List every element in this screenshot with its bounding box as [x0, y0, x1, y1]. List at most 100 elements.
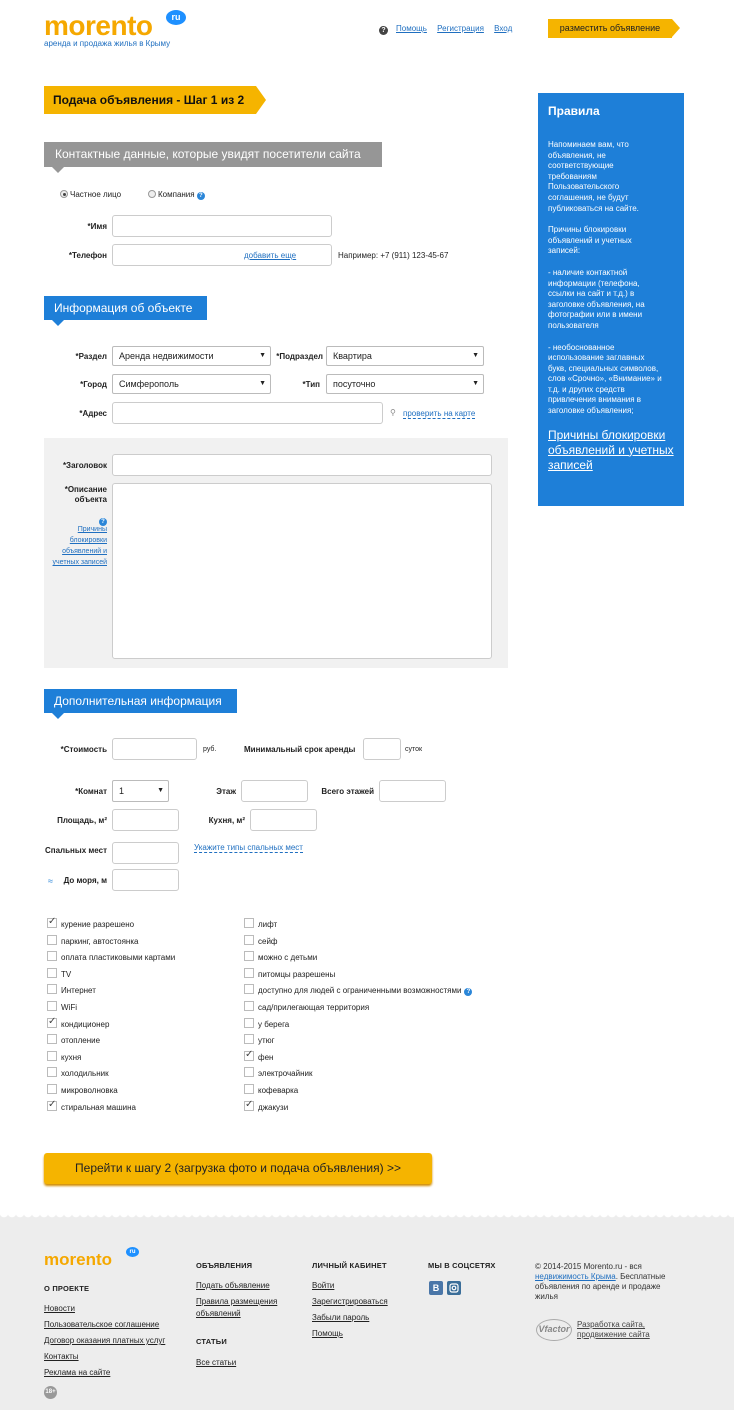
footer-social-title: МЫ В СОЦСЕТЯХ — [428, 1261, 496, 1270]
description-textarea[interactable] — [112, 483, 492, 659]
object-section-title: Информация об объекте — [44, 296, 207, 320]
help-link[interactable]: ? Помощь — [379, 24, 427, 35]
rooms-select[interactable]: 1 ▼ — [112, 780, 169, 802]
subsection-select[interactable]: Квартира ▼ — [326, 346, 484, 366]
amenity-checkbox[interactable] — [47, 1050, 57, 1061]
amenity-label: Интернет — [61, 986, 96, 996]
block-reasons-link-label[interactable]: Причины блокировки объявлений и учетных … — [53, 526, 107, 566]
amenity-checkbox[interactable] — [47, 984, 57, 995]
login-link[interactable]: Вход — [494, 24, 512, 33]
private-radio[interactable] — [60, 190, 68, 198]
amenity-checkbox[interactable] — [244, 1017, 254, 1028]
rules-block-reasons-link[interactable]: Причины блокировки объявлений и учетных … — [548, 428, 674, 473]
instagram-icon[interactable] — [447, 1281, 461, 1295]
footer-link[interactable]: Подать объявление — [196, 1281, 270, 1290]
sleeping-types-link-label[interactable]: Укажите типы спальных мест — [194, 843, 303, 853]
footer-link[interactable]: Забыли пароль — [312, 1313, 369, 1322]
vfactor-logo[interactable]: Vfactor — [536, 1319, 572, 1341]
rules-panel: Правила Напоминаем вам, что объявления, … — [538, 93, 684, 506]
register-link-label[interactable]: Регистрация — [437, 24, 484, 33]
login-link-label[interactable]: Вход — [494, 24, 512, 33]
footer-link[interactable]: Новости — [44, 1304, 75, 1313]
section-select-value: Аренда недвижимости — [119, 351, 214, 361]
amenity-checkbox[interactable] — [47, 951, 57, 962]
kitchen-input[interactable] — [250, 809, 317, 831]
footer-link[interactable]: Все статьи — [196, 1358, 236, 1367]
dev-link[interactable]: Разработка сайта, — [577, 1320, 645, 1329]
amenity-checkbox[interactable] — [244, 1084, 254, 1094]
floor-input[interactable] — [241, 780, 308, 802]
help-icon[interactable]: ? — [196, 192, 205, 200]
amenity-checkbox[interactable] — [47, 967, 57, 978]
total-floors-input[interactable] — [379, 780, 446, 802]
age-badge: 18+ — [44, 1386, 57, 1399]
sleeping-input[interactable] — [112, 842, 179, 864]
phone-input[interactable] — [112, 244, 332, 266]
footer-link[interactable]: Реклама на сайте — [44, 1368, 110, 1377]
amenity-label: микроволновка — [61, 1086, 118, 1095]
section-select[interactable]: Аренда недвижимости ▼ — [112, 346, 271, 366]
add-phone-link-label[interactable]: добавить еще — [244, 251, 296, 260]
area-input[interactable] — [112, 809, 179, 831]
vk-icon[interactable]: В — [429, 1281, 443, 1295]
type-select[interactable]: посуточно ▼ — [326, 374, 484, 394]
amenity-checkbox[interactable] — [47, 1099, 57, 1111]
add-phone-link[interactable]: добавить еще — [244, 251, 296, 260]
amenity-checkbox[interactable] — [244, 951, 254, 962]
footer-link[interactable]: Войти — [312, 1281, 334, 1290]
city-select[interactable]: Симферополь ▼ — [112, 374, 271, 394]
check-map-link[interactable]: проверить на карте — [403, 409, 476, 419]
min-term-input[interactable] — [363, 738, 401, 760]
amenity-checkbox[interactable] — [244, 1099, 254, 1111]
amenity-checkbox[interactable] — [47, 1001, 57, 1011]
help-link-label[interactable]: Помощь — [396, 24, 427, 33]
amenity-label: кофеварка — [258, 1086, 299, 1095]
sea-distance-input[interactable] — [112, 869, 179, 891]
amenity-checkbox[interactable] — [47, 916, 57, 928]
footer-logo[interactable]: morento ru — [44, 1247, 139, 1270]
amenity-checkbox[interactable] — [244, 1001, 254, 1011]
price-input[interactable] — [112, 738, 197, 760]
amenity-checkbox[interactable] — [244, 1067, 254, 1078]
amenity-label: у берега — [258, 1019, 290, 1029]
help-icon[interactable]: ? — [464, 988, 473, 997]
footer-link[interactable]: объявлений — [196, 1309, 241, 1318]
amenity-checkbox[interactable] — [47, 934, 57, 945]
name-input[interactable] — [112, 215, 332, 237]
copyright-link[interactable]: недвижимость Крыма — [535, 1272, 616, 1281]
post-ad-button[interactable]: разместить объявление — [548, 19, 680, 38]
footer-link[interactable]: Правила размещения — [196, 1297, 277, 1306]
sea-label: До моря, м — [63, 876, 107, 885]
footer-link[interactable]: Контакты — [44, 1352, 79, 1361]
rules-title: Правила — [548, 104, 600, 118]
amenity-checkbox[interactable] — [244, 934, 254, 945]
amenity-checkbox[interactable] — [244, 1049, 254, 1061]
footer-link[interactable]: Пользовательское соглашение — [44, 1320, 159, 1329]
check-map-link-label[interactable]: проверить на карте — [403, 409, 476, 419]
amenity-checkbox[interactable] — [244, 984, 254, 995]
dev-link[interactable]: продвижение сайта — [577, 1330, 650, 1339]
amenity-checkbox[interactable] — [47, 1084, 57, 1094]
company-radio[interactable] — [148, 190, 156, 198]
register-link[interactable]: Регистрация — [437, 24, 484, 33]
heading-input[interactable] — [112, 454, 492, 476]
footer-link[interactable]: Договор оказания платных услуг — [44, 1336, 165, 1345]
block-reasons-link[interactable]: Причины блокировки объявлений и учетных … — [44, 524, 107, 568]
sleeping-types-link[interactable]: Укажите типы спальных мест — [194, 843, 303, 853]
amenity-checkbox[interactable] — [47, 1016, 57, 1028]
address-input[interactable] — [112, 402, 383, 424]
heading-label: *Заголовок — [62, 461, 107, 470]
amenity-checkbox[interactable] — [244, 967, 254, 978]
next-step-button[interactable]: Перейти к шагу 2 (загрузка фото и подача… — [44, 1153, 432, 1184]
site-logo[interactable]: morento ru аренда и продажа жилья в Крым… — [44, 10, 186, 48]
amenity-label: питомцы разрешены — [258, 969, 336, 979]
amenity-checkbox[interactable] — [244, 1034, 254, 1045]
amenity-label: лифт — [258, 920, 278, 929]
amenity-checkbox[interactable] — [47, 1067, 57, 1078]
waves-icon: ≈ — [48, 876, 53, 886]
amenity-checkbox[interactable] — [244, 918, 254, 928]
header-links: ? Помощь Регистрация Вход — [379, 24, 520, 35]
footer-link[interactable]: Помощь — [312, 1329, 343, 1338]
amenity-checkbox[interactable] — [47, 1034, 57, 1045]
footer-link[interactable]: Зарегистрироваться — [312, 1297, 388, 1306]
